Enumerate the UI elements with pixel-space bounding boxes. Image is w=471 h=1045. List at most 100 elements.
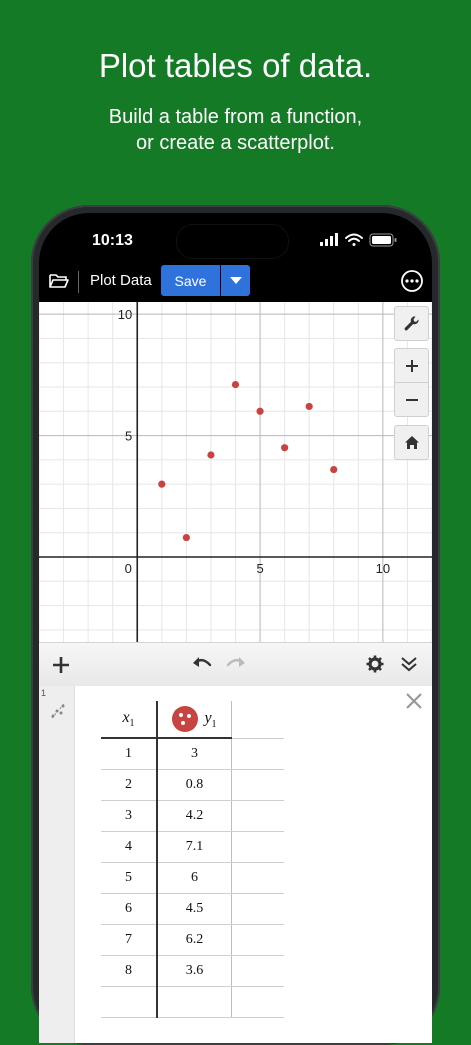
table-row-empty — [101, 986, 284, 1018]
gear-icon — [366, 655, 384, 673]
zoom-out-icon — [405, 398, 418, 401]
data-point — [231, 380, 240, 389]
data-point — [330, 465, 338, 474]
promo-subline-2: or create a scatterplot. — [136, 132, 335, 154]
table-cell-y[interactable]: 7.1 — [157, 831, 232, 863]
y-tick-label: 10 — [118, 307, 132, 322]
table-cell-y[interactable]: 4.2 — [157, 800, 232, 832]
table-row: 7 6.2 — [101, 924, 284, 956]
wifi-icon — [345, 233, 363, 246]
table-row: 3 4.2 — [101, 800, 284, 832]
x-tick-label: 5 — [256, 561, 263, 576]
table-cell-empty[interactable] — [231, 862, 284, 894]
zoom-out-button[interactable] — [394, 382, 429, 417]
table-cell-empty[interactable] — [231, 800, 284, 832]
data-point — [158, 480, 166, 488]
redo-button[interactable] — [225, 655, 247, 678]
table-row: 2 0.8 — [101, 769, 284, 801]
table-header-empty[interactable] — [231, 701, 284, 739]
home-icon — [404, 436, 419, 449]
graph-paper[interactable]: 0 5 10 5 10 — [39, 302, 432, 642]
table-scatter-icon — [51, 703, 65, 719]
promo-subline: Build a table from a function, or create… — [0, 104, 471, 156]
settings-button[interactable] — [366, 655, 384, 678]
chevron-down-icon — [229, 276, 242, 284]
header-y-subscript: 1 — [211, 718, 217, 730]
close-icon — [406, 693, 422, 709]
save-options-button[interactable] — [221, 265, 250, 296]
battery-icon — [369, 233, 397, 247]
cellular-signal-icon — [320, 233, 338, 246]
table-row: 4 7.1 — [101, 831, 284, 863]
table-row: 13 — [101, 738, 284, 770]
wrench-icon — [404, 315, 419, 330]
table-cell-empty[interactable] — [231, 831, 284, 863]
save-button[interactable]: Save — [161, 265, 220, 296]
data-point — [281, 444, 289, 452]
promo-subline-1: Build a table from a function, — [108, 106, 363, 128]
table-cell-empty[interactable] — [231, 769, 284, 801]
dynamic-island — [176, 224, 289, 259]
graph-title[interactable]: Plot Data — [90, 272, 152, 289]
folder-icon[interactable] — [48, 272, 70, 295]
table-cell-x[interactable]: 6 — [101, 893, 158, 925]
collapse-list-button[interactable] — [400, 655, 418, 678]
undo-button[interactable] — [191, 655, 213, 678]
data-point — [207, 451, 215, 459]
table-header-row: x1 y1 — [101, 701, 284, 739]
table-cell-y[interactable]: 3 — [157, 738, 232, 770]
table-cell-x[interactable]: 2 — [101, 769, 158, 801]
table-cell-x[interactable]: 4 — [101, 831, 158, 863]
table-cell-x[interactable]: 5 — [101, 862, 158, 894]
data-table: x1 y1 1 3 2 0.8 3 4.2 4 7.1 5 6 6 4.5 7 6 — [101, 701, 284, 1018]
app-toolbar: Plot Data Save — [39, 263, 432, 301]
table-cell-empty[interactable] — [231, 893, 284, 925]
table-header-y[interactable]: y1 — [157, 701, 232, 739]
series-color-swatch[interactable] — [172, 706, 199, 732]
data-point — [256, 407, 264, 415]
y-tick-label: 5 — [125, 429, 132, 444]
zoom-in-icon — [405, 359, 418, 372]
header-x-subscript: 1 — [129, 718, 135, 730]
add-item-button[interactable] — [52, 656, 70, 679]
table-body: 1 3 2 0.8 3 4.2 4 7.1 5 6 6 4.5 7 6.2 8 3.6 — [101, 738, 284, 1018]
delete-table-button[interactable] — [405, 692, 423, 715]
table-header-x[interactable]: x1 — [101, 701, 158, 739]
promo-headline: Plot tables of data. — [98, 47, 373, 84]
table-cell-empty[interactable] — [231, 955, 284, 987]
table-cell-x[interactable]: 8 — [101, 955, 158, 987]
table-row: 56 — [101, 862, 284, 894]
table-cell-x[interactable]: 3 — [101, 800, 158, 832]
table-cell-empty[interactable] — [101, 986, 158, 1018]
undo-icon — [193, 657, 212, 667]
graph-canvas: 0 5 10 5 10 — [39, 302, 432, 642]
ellipsis-circle-icon — [401, 270, 423, 292]
x-tick-label: 0 — [125, 561, 132, 576]
table-cell-empty[interactable] — [231, 738, 284, 770]
status-time: 10:13 — [92, 232, 133, 249]
expression-gutter[interactable]: 1 — [39, 686, 75, 1043]
redo-icon — [226, 657, 245, 667]
data-point — [305, 402, 313, 411]
table-cell-x[interactable]: 1 — [101, 738, 158, 770]
point-style-icon — [179, 713, 192, 725]
data-point — [182, 533, 190, 542]
table-cell-y[interactable]: 6 — [157, 862, 232, 894]
table-cell-x[interactable]: 7 — [101, 924, 158, 956]
double-chevron-down-icon — [401, 657, 417, 672]
table-cell-empty[interactable] — [231, 986, 284, 1018]
zoom-in-button[interactable] — [394, 348, 429, 383]
toolbar-divider — [78, 271, 79, 293]
header-y-label: y — [204, 709, 212, 727]
table-cell-y[interactable]: 0.8 — [157, 769, 232, 801]
more-options-button[interactable] — [400, 269, 424, 298]
home-button[interactable] — [394, 425, 429, 460]
graph-settings-button[interactable] — [394, 306, 429, 341]
app-screen: 10:13 Plot Data Save 0 5 10 5 10 1 x1 y1… — [39, 213, 432, 1043]
table-cell-empty[interactable] — [231, 924, 284, 956]
expression-list: 1 x1 y1 1 3 2 0.8 3 4.2 4 7.1 5 6 6 4.5 … — [39, 686, 432, 1043]
table-cell-y[interactable]: 3.6 — [157, 955, 232, 987]
table-cell-y[interactable]: 4.5 — [157, 893, 232, 925]
table-cell-y[interactable]: 6.2 — [157, 924, 232, 956]
table-cell-empty[interactable] — [157, 986, 232, 1018]
